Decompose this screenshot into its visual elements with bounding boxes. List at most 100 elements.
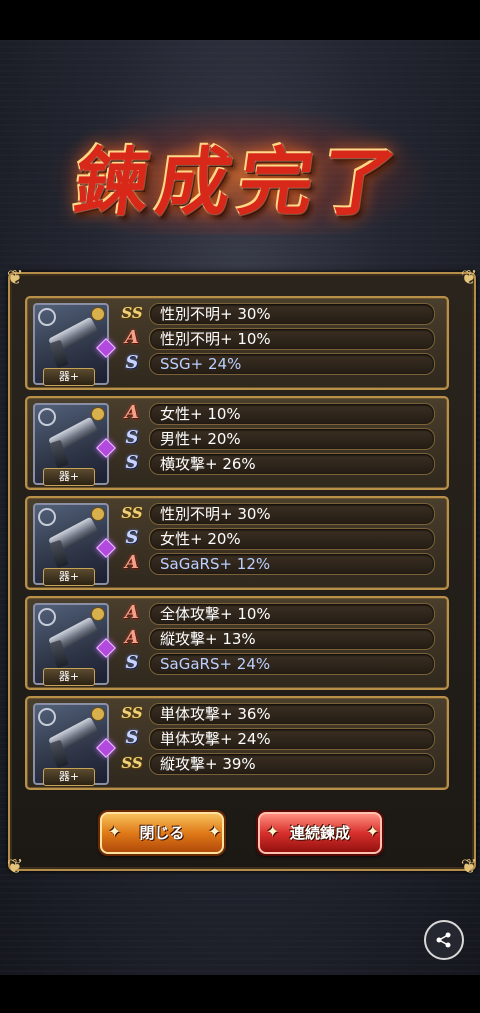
effect-text: SSG+ 24% (160, 355, 242, 373)
rank-badge-icon: A (125, 627, 139, 648)
badge-icon (91, 607, 105, 621)
effect-list: A 全体攻撃+ 10% A 縦攻撃+ 13% S SaGaRS+ 24% (119, 602, 439, 677)
weapon-thumbnail: 器+ (33, 703, 116, 786)
effect-text: 男性+ 20% (160, 430, 241, 448)
ring-icon (38, 708, 56, 726)
badge-icon (91, 707, 105, 721)
thumb-label: 器+ (43, 468, 95, 486)
ring-icon (38, 608, 56, 626)
effect-text: 縦攻撃+ 39% (160, 755, 256, 773)
page-title: 鍊成完了 (69, 140, 410, 226)
effect-text: 性別不明+ 30% (160, 305, 271, 323)
result-card: 器+ SS 単体攻撃+ 36% S 単体攻撃+ 24% SS 縦攻撃+ 39% (25, 696, 449, 790)
flare-icon: ✦ (108, 822, 122, 841)
effect-list: SS 性別不明+ 30% S 女性+ 20% A SaGaRS+ 12% (119, 502, 439, 577)
rank-badge-icon: A (125, 552, 139, 573)
result-card: 器+ A 女性+ 10% S 男性+ 20% S 横攻撃+ 26% (25, 396, 449, 490)
effect-bar: 縦攻撃+ 39% (149, 753, 435, 775)
corner-ornament-icon: ❦ (6, 854, 24, 878)
rank-badge-icon: S (125, 452, 139, 473)
thumb-label: 器+ (43, 368, 95, 386)
effect-bar: 女性+ 20% (149, 528, 435, 550)
badge-icon (91, 507, 105, 521)
effect-text: SaGaRS+ 24% (160, 655, 271, 673)
corner-ornament-icon: ❦ (6, 265, 24, 289)
corner-ornament-icon: ❦ (460, 265, 478, 289)
rank-badge-icon: SS (121, 754, 143, 772)
badge-icon (91, 307, 105, 321)
rank-badge-icon: A (125, 402, 139, 423)
effect-row: S 男性+ 20% (119, 427, 439, 450)
gem-icon (96, 738, 116, 758)
effect-bar: SaGaRS+ 24% (149, 653, 435, 675)
rank-badge-icon: SS (121, 704, 143, 722)
weapon-thumbnail: 器+ (33, 603, 116, 686)
effect-row: A SaGaRS+ 12% (119, 552, 439, 575)
effect-bar: 男性+ 20% (149, 428, 435, 450)
effect-bar: 縦攻撃+ 13% (149, 628, 435, 650)
effect-row: A 女性+ 10% (119, 402, 439, 425)
effect-text: 単体攻撃+ 36% (160, 705, 271, 723)
weapon-thumbnail: 器+ (33, 403, 116, 486)
flare-icon: ✦ (208, 822, 222, 841)
thumb-label: 器+ (43, 568, 95, 586)
effect-bar: 性別不明+ 30% (149, 503, 435, 525)
effect-row: SS 性別不明+ 30% (119, 502, 439, 525)
effect-text: 縦攻撃+ 13% (160, 630, 256, 648)
rank-badge-icon: S (125, 527, 139, 548)
thumb-label: 器+ (43, 668, 95, 686)
gem-icon (96, 338, 116, 358)
effect-row: S 単体攻撃+ 24% (119, 727, 439, 750)
gem-icon (96, 438, 116, 458)
result-card: 器+ A 全体攻撃+ 10% A 縦攻撃+ 13% S SaGaRS+ 24% (25, 596, 449, 690)
effect-bar: SSG+ 24% (149, 353, 435, 375)
rank-badge-icon: S (125, 427, 139, 448)
continuous-refine-button[interactable]: ✦ 連続鍊成 ✦ (258, 812, 382, 854)
rank-badge-icon: S (125, 352, 139, 373)
effect-bar: 単体攻撃+ 24% (149, 728, 435, 750)
corner-ornament-icon: ❦ (460, 854, 478, 878)
effect-text: SaGaRS+ 12% (160, 555, 271, 573)
share-icon[interactable] (424, 920, 464, 960)
result-title-banner: 鍊成完了 (20, 95, 460, 245)
continuous-refine-label: 連続鍊成 (289, 824, 350, 842)
effect-bar: 横攻撃+ 26% (149, 453, 435, 475)
result-card: 器+ SS 性別不明+ 30% S 女性+ 20% A SaGaRS+ 12% (25, 496, 449, 590)
effect-text: 単体攻撃+ 24% (160, 730, 271, 748)
effect-row: SS 単体攻撃+ 36% (119, 702, 439, 725)
effect-text: 女性+ 20% (160, 530, 241, 548)
weapon-thumbnail: 器+ (33, 303, 116, 386)
ring-icon (38, 408, 56, 426)
effect-text: 女性+ 10% (160, 405, 241, 423)
effect-text: 横攻撃+ 26% (160, 455, 256, 473)
effect-bar: 女性+ 10% (149, 403, 435, 425)
rank-badge-icon: A (125, 602, 139, 623)
rank-badge-icon: SS (121, 504, 143, 522)
effect-bar: 単体攻撃+ 36% (149, 703, 435, 725)
share-glyph (436, 932, 451, 948)
effect-list: SS 単体攻撃+ 36% S 単体攻撃+ 24% SS 縦攻撃+ 39% (119, 702, 439, 777)
close-button[interactable]: ✦ 閉じる ✦ (100, 812, 224, 854)
effect-bar: 性別不明+ 30% (149, 303, 435, 325)
effect-row: SS 縦攻撃+ 39% (119, 752, 439, 775)
rank-badge-icon: S (125, 727, 139, 748)
effect-text: 性別不明+ 10% (160, 330, 271, 348)
effect-list: SS 性別不明+ 30% A 性別不明+ 10% S SSG+ 24% (119, 302, 439, 377)
effect-row: SS 性別不明+ 30% (119, 302, 439, 325)
ring-icon (38, 308, 56, 326)
effect-row: A 性別不明+ 10% (119, 327, 439, 350)
effect-row: A 全体攻撃+ 10% (119, 602, 439, 625)
effect-text: 全体攻撃+ 10% (160, 605, 271, 623)
thumb-label: 器+ (43, 768, 95, 786)
rank-badge-icon: A (125, 327, 139, 348)
rank-badge-icon: SS (121, 304, 143, 322)
effect-row: S 横攻撃+ 26% (119, 452, 439, 475)
weapon-thumbnail: 器+ (33, 503, 116, 586)
effect-bar: 全体攻撃+ 10% (149, 603, 435, 625)
effect-row: A 縦攻撃+ 13% (119, 627, 439, 650)
close-button-label: 閉じる (139, 824, 185, 842)
effect-row: S SaGaRS+ 24% (119, 652, 439, 675)
ring-icon (38, 508, 56, 526)
result-card: 器+ SS 性別不明+ 30% A 性別不明+ 10% S SSG+ 24% (25, 296, 449, 390)
effect-row: S 女性+ 20% (119, 527, 439, 550)
